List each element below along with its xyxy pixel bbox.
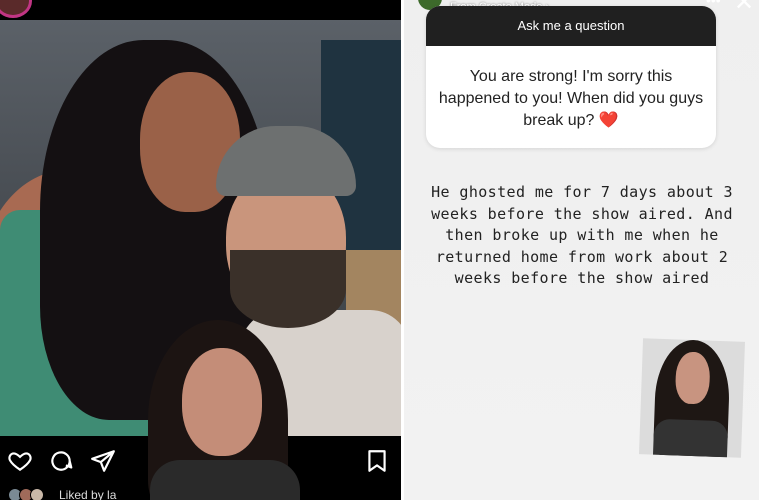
- instagram-post-screenshot: Liked by la: [0, 0, 401, 500]
- photo-man-beard: [230, 250, 346, 328]
- instagram-story-screenshot: From Create Mode › ••• ✕ Ask me a questi…: [404, 0, 759, 500]
- bookmark-icon[interactable]: [364, 448, 390, 474]
- creator-video-overlay: [130, 320, 310, 500]
- creator-video-thumbnail[interactable]: [639, 338, 745, 458]
- creator-face: [182, 348, 262, 456]
- thumb-face: [674, 351, 711, 405]
- thumb-shirt: [652, 418, 729, 458]
- creator-shirt: [150, 460, 300, 500]
- share-icon[interactable]: [90, 448, 116, 474]
- comment-icon[interactable]: [48, 448, 74, 474]
- story-answer-text: He ghosted me for 7 days about 3 weeks b…: [431, 183, 733, 287]
- liked-by-text[interactable]: Liked by la: [59, 488, 116, 500]
- heart-icon[interactable]: [7, 448, 33, 474]
- close-icon[interactable]: ✕: [734, 0, 754, 17]
- question-sticker[interactable]: Ask me a question You are strong! I'm so…: [426, 6, 716, 148]
- liked-by-avatars[interactable]: [8, 488, 54, 500]
- post-header: [0, 0, 401, 20]
- post-author-avatar[interactable]: [0, 0, 32, 18]
- liked-avatar: [30, 488, 44, 500]
- question-sticker-text: You are strong! I'm sorry this happened …: [438, 68, 704, 129]
- question-sticker-header: Ask me a question: [426, 6, 716, 46]
